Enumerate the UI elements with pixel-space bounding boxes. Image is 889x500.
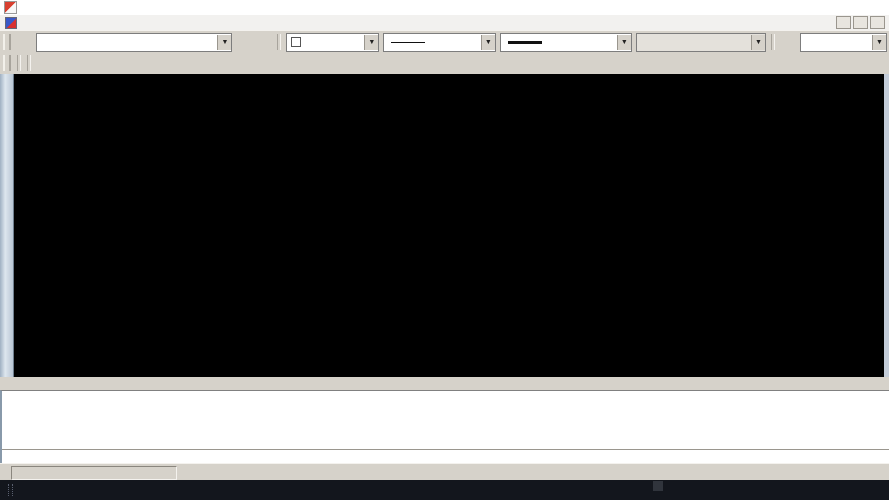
layer-previous-button[interactable] (255, 33, 273, 51)
lineweight-sample (507, 40, 542, 44)
chevron-down-icon[interactable]: ▼ (217, 34, 232, 50)
minimize-button[interactable] (793, 0, 825, 15)
cad-canvas[interactable] (13, 74, 884, 377)
plotstyle-dropdown: ▼ (635, 32, 766, 52)
docked-palette-strip[interactable] (0, 74, 14, 377)
status-bar (0, 463, 889, 481)
right-scroll-strip[interactable] (884, 74, 889, 377)
taskbar-handle (8, 484, 13, 496)
lineweight-dropdown[interactable]: ▼ (499, 32, 632, 52)
mdi-close-button[interactable] (870, 16, 885, 29)
mdi-minimize-button[interactable] (836, 16, 851, 29)
command-prompt[interactable] (2, 449, 889, 451)
restore-button[interactable] (825, 0, 857, 15)
toolbar-grip[interactable] (3, 34, 11, 50)
title-bar (0, 0, 889, 16)
toolbar-separator (770, 34, 775, 50)
toolbar-separator (17, 55, 21, 71)
command-window[interactable] (0, 390, 889, 464)
tray-badge-icon[interactable] (653, 481, 663, 491)
chevron-down-icon: ▼ (750, 34, 765, 50)
color-dropdown[interactable]: ▼ (286, 32, 380, 52)
die-design-toolbar (0, 52, 889, 75)
linetype-dropdown[interactable]: ▼ (383, 32, 496, 52)
coordinates-readout[interactable] (11, 465, 177, 480)
text-style-icon[interactable] (779, 33, 797, 51)
autocad-app-icon (4, 1, 17, 14)
properties-toolbar: ▼ ▼ ▼ ▼ ▼ ▼ (0, 30, 889, 54)
autocad-window: ▼ ▼ ▼ ▼ ▼ ▼ (0, 0, 889, 500)
layout-tab-bar (0, 377, 889, 391)
chevron-down-icon[interactable]: ▼ (480, 34, 495, 50)
toolbar-grip[interactable] (3, 55, 11, 71)
menu-bar (0, 15, 889, 31)
textstyle-dropdown[interactable]: ▼ (799, 32, 887, 52)
dwg-document-icon (5, 16, 17, 29)
linetype-sample (391, 41, 426, 43)
chevron-down-icon[interactable]: ▼ (871, 34, 886, 50)
chevron-down-icon[interactable]: ▼ (616, 34, 631, 50)
toolbar-separator (27, 55, 31, 71)
chevron-down-icon[interactable]: ▼ (364, 34, 379, 50)
taskbar (0, 480, 889, 500)
make-layer-current-button[interactable] (235, 33, 253, 51)
toolbar-separator (277, 34, 282, 50)
command-history (2, 391, 889, 449)
close-button[interactable] (857, 0, 889, 15)
layer-dropdown[interactable]: ▼ (35, 32, 233, 52)
layers-manager-button[interactable] (15, 33, 33, 51)
drawing-workspace (0, 74, 889, 377)
color-swatch (291, 37, 302, 47)
mdi-restore-button[interactable] (853, 16, 868, 29)
